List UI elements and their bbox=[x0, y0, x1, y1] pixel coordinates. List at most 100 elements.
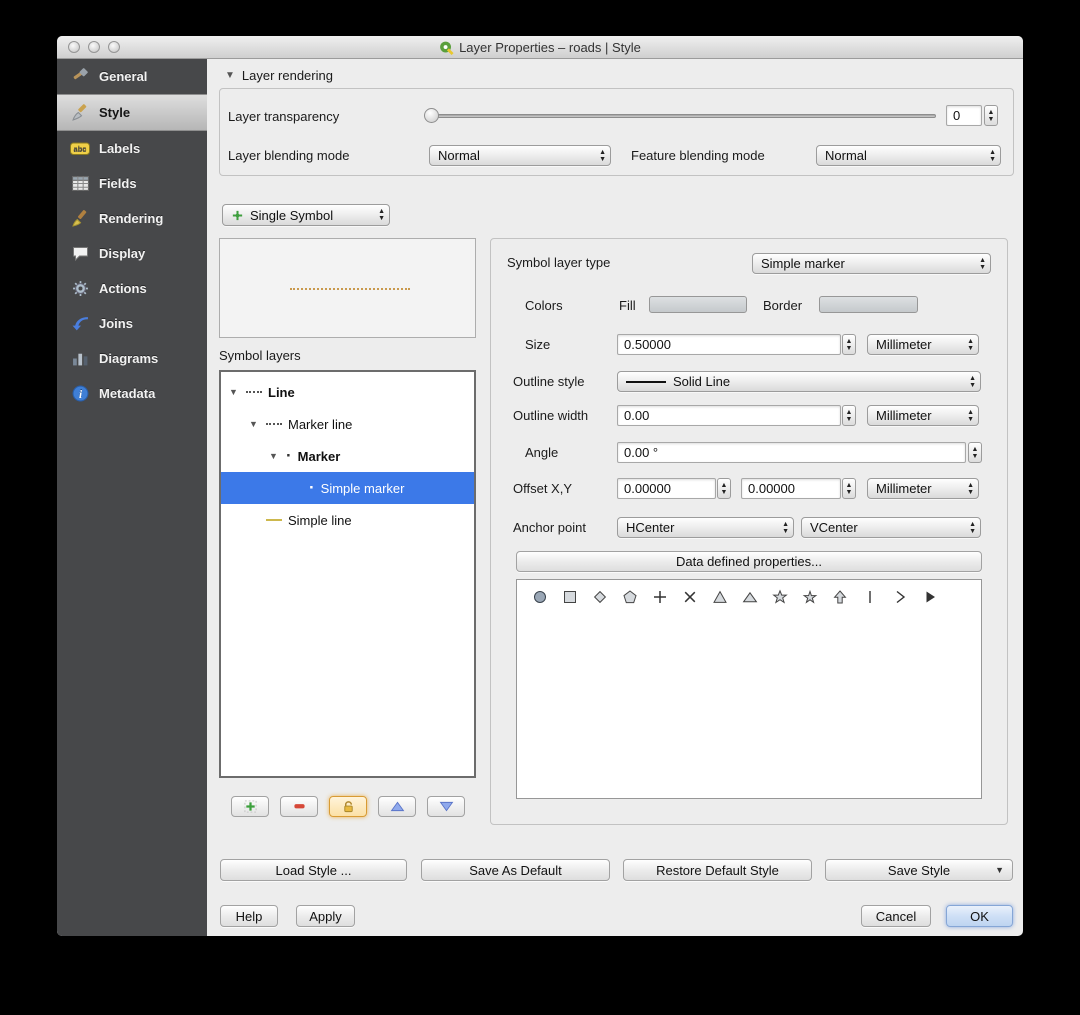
layer-rendering-group: Layer transparency 0 ▲ ▼ Layer blending m… bbox=[219, 88, 1014, 176]
layer-transparency-label: Layer transparency bbox=[228, 109, 340, 124]
move-layer-up-button[interactable] bbox=[378, 796, 416, 817]
lock-icon bbox=[343, 801, 353, 813]
outline-style-select[interactable]: Solid Line ▲ ▼ bbox=[617, 371, 981, 392]
add-symbol-layer-button[interactable] bbox=[231, 796, 269, 817]
marker-shape-row bbox=[531, 588, 938, 605]
sidebar-item-fields[interactable]: Fields bbox=[57, 166, 207, 201]
transparency-value-input[interactable]: 0 bbox=[946, 105, 982, 126]
tree-item-marker[interactable]: ▼ Marker bbox=[221, 440, 474, 472]
size-unit-select[interactable]: Millimeter ▲ ▼ bbox=[867, 334, 979, 355]
marker-line-icon bbox=[266, 423, 282, 425]
sidebar-item-style[interactable]: Style bbox=[57, 94, 207, 131]
sidebar-item-diagrams[interactable]: Diagrams bbox=[57, 341, 207, 376]
remove-symbol-layer-button[interactable] bbox=[280, 796, 318, 817]
window-titlebar: Layer Properties – roads | Style bbox=[57, 36, 1023, 59]
save-style-menu-button[interactable]: Save Style ▼ bbox=[825, 859, 1013, 881]
size-stepper[interactable]: ▲ ▼ bbox=[842, 334, 856, 355]
marker-shape-cross-icon[interactable] bbox=[651, 588, 668, 605]
sidebar-item-display[interactable]: Display bbox=[57, 236, 207, 271]
offset-y-input[interactable]: 0.00000 bbox=[741, 478, 841, 499]
angle-stepper[interactable]: ▲ ▼ bbox=[968, 442, 982, 463]
sidebar-item-general[interactable]: General bbox=[57, 59, 207, 94]
marker-shape-square-icon[interactable] bbox=[561, 588, 578, 605]
cancel-button[interactable]: Cancel bbox=[861, 905, 931, 927]
offset-x-stepper[interactable]: ▲ ▼ bbox=[717, 478, 731, 499]
popup-arrows-icon: ▲ ▼ bbox=[979, 257, 986, 271]
popup-arrows-icon: ▲ ▼ bbox=[967, 338, 974, 352]
sidebar-item-metadata[interactable]: i Metadata bbox=[57, 376, 207, 411]
marker-shape-arrow-icon[interactable] bbox=[831, 588, 848, 605]
angle-input[interactable]: 0.00 ° bbox=[617, 442, 966, 463]
marker-shape-filled_arrowhead-icon[interactable] bbox=[921, 588, 938, 605]
joins-arrow-icon bbox=[70, 315, 90, 333]
move-layer-down-button[interactable] bbox=[427, 796, 465, 817]
layer-blending-mode-select[interactable]: Normal ▲ ▼ bbox=[429, 145, 611, 166]
sidebar-item-label: Fields bbox=[99, 176, 137, 191]
fill-color-swatch[interactable] bbox=[649, 296, 747, 313]
outline-width-unit-select[interactable]: Millimeter ▲ ▼ bbox=[867, 405, 979, 426]
expander-icon[interactable]: ▼ bbox=[249, 419, 260, 429]
outline-width-stepper[interactable]: ▲ ▼ bbox=[842, 405, 856, 426]
ok-button[interactable]: OK bbox=[946, 905, 1013, 927]
marker-shape-circle-icon[interactable] bbox=[531, 588, 548, 605]
size-label: Size bbox=[525, 337, 551, 352]
feature-blending-mode-select[interactable]: Normal ▲ ▼ bbox=[816, 145, 1001, 166]
expander-icon[interactable]: ▼ bbox=[269, 451, 280, 461]
layer-rendering-section-header[interactable]: ▼ Layer rendering bbox=[225, 68, 333, 83]
tree-item-marker-line[interactable]: ▼ Marker line bbox=[221, 408, 474, 440]
marker-shape-pentagon-icon[interactable] bbox=[621, 588, 638, 605]
load-style-button[interactable]: Load Style ... bbox=[220, 859, 407, 881]
anchor-horizontal-select[interactable]: HCenter ▲ ▼ bbox=[617, 517, 794, 538]
sidebar-item-rendering[interactable]: Rendering bbox=[57, 201, 207, 236]
lock-color-button[interactable] bbox=[329, 796, 367, 817]
marker-shape-panel bbox=[516, 579, 982, 799]
transparency-stepper[interactable]: ▲ ▼ bbox=[984, 105, 998, 126]
outline-width-input[interactable]: 0.00 bbox=[617, 405, 841, 426]
transparency-slider-track[interactable] bbox=[429, 114, 936, 118]
offset-unit-select[interactable]: Millimeter ▲ ▼ bbox=[867, 478, 979, 499]
sidebar-item-label: Labels bbox=[99, 141, 141, 156]
marker-shape-equilateral_triangle-icon[interactable] bbox=[741, 588, 758, 605]
outline-style-label: Outline style bbox=[513, 374, 585, 389]
tree-item-simple-marker[interactable]: Simple marker bbox=[221, 472, 474, 504]
marker-shape-diamond-icon[interactable] bbox=[591, 588, 608, 605]
solid-line-sample-icon bbox=[626, 380, 666, 383]
sidebar-item-joins[interactable]: Joins bbox=[57, 306, 207, 341]
anchor-vertical-select[interactable]: VCenter ▲ ▼ bbox=[801, 517, 981, 538]
sidebar-item-labels[interactable]: abc Labels bbox=[57, 131, 207, 166]
style-icon bbox=[70, 104, 90, 122]
marker-shape-triangle-icon[interactable] bbox=[711, 588, 728, 605]
border-color-swatch[interactable] bbox=[819, 296, 918, 313]
transparency-slider-handle[interactable] bbox=[424, 108, 439, 123]
tree-item-simple-line[interactable]: Simple line bbox=[221, 504, 474, 536]
symbol-layer-type-select[interactable]: Simple marker ▲ ▼ bbox=[752, 253, 991, 274]
simple-line-icon bbox=[266, 519, 282, 521]
restore-default-style-button[interactable]: Restore Default Style bbox=[623, 859, 812, 881]
data-defined-properties-button[interactable]: Data defined properties... bbox=[516, 551, 982, 572]
apply-button[interactable]: Apply bbox=[296, 905, 355, 927]
marker-shape-arrowhead-icon[interactable] bbox=[891, 588, 908, 605]
popup-arrows-icon: ▲ ▼ bbox=[967, 482, 974, 496]
sidebar-item-actions[interactable]: Actions bbox=[57, 271, 207, 306]
collapse-triangle-icon[interactable]: ▼ bbox=[225, 70, 235, 81]
marker-shape-cross2-icon[interactable] bbox=[681, 588, 698, 605]
tree-item-line[interactable]: ▼ Line bbox=[221, 376, 474, 408]
save-as-default-button[interactable]: Save As Default bbox=[421, 859, 610, 881]
outline-width-label: Outline width bbox=[513, 408, 589, 423]
window-title-text: Layer Properties – roads | Style bbox=[459, 39, 641, 55]
feature-blending-mode-label: Feature blending mode bbox=[631, 148, 765, 163]
symbol-layers-label: Symbol layers bbox=[219, 348, 301, 363]
expander-icon[interactable]: ▼ bbox=[229, 387, 240, 397]
popup-arrows-icon: ▲ ▼ bbox=[967, 409, 974, 423]
size-input[interactable]: 0.50000 bbox=[617, 334, 841, 355]
sidebar-item-label: Rendering bbox=[99, 211, 164, 226]
offset-x-input[interactable]: 0.00000 bbox=[617, 478, 716, 499]
marker-shape-regular_star-icon[interactable] bbox=[801, 588, 818, 605]
offset-y-stepper[interactable]: ▲ ▼ bbox=[842, 478, 856, 499]
desktop-background: Layer Properties – roads | Style General… bbox=[0, 0, 1080, 1015]
symbol-type-select[interactable]: Single Symbol ▲ ▼ bbox=[222, 204, 390, 226]
help-button[interactable]: Help bbox=[220, 905, 278, 927]
marker-shape-star-icon[interactable] bbox=[771, 588, 788, 605]
popup-arrows-icon: ▲ ▼ bbox=[969, 521, 976, 535]
marker-shape-line-icon[interactable] bbox=[861, 588, 878, 605]
